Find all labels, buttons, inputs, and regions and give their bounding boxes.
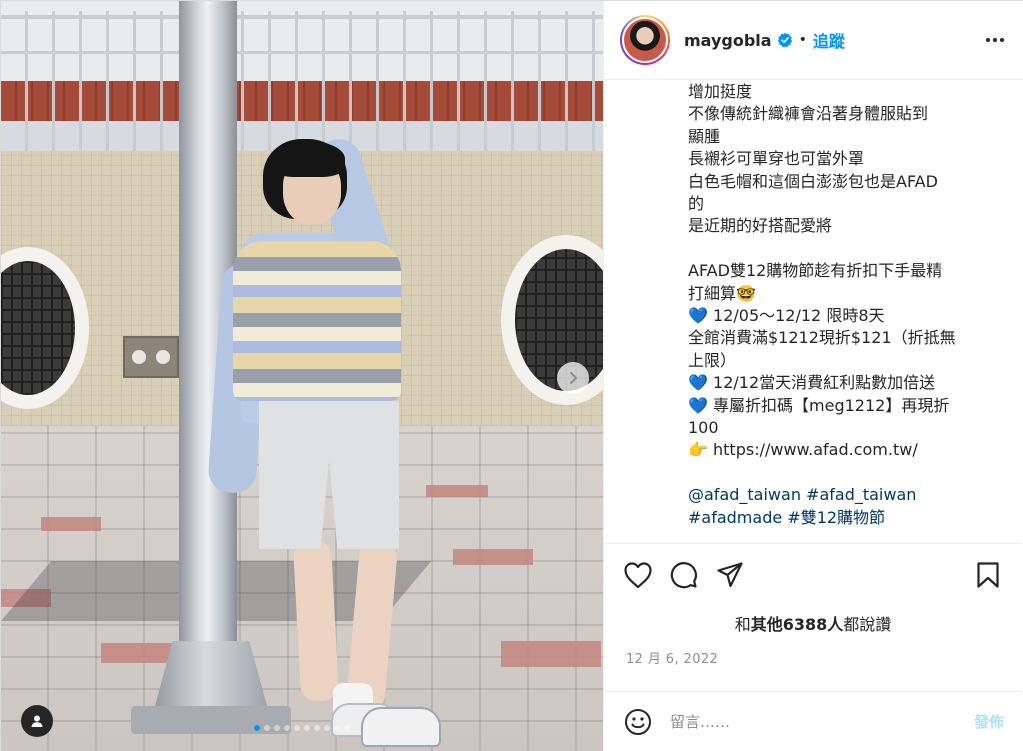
caption-line: 100 — [688, 418, 719, 438]
follow-button[interactable]: 追蹤 — [813, 28, 845, 52]
caption-line[interactable]: @afad_taiwan #afad_taiwan — [688, 484, 982, 506]
share-button[interactable] — [710, 555, 750, 595]
paper-plane-icon — [717, 561, 743, 587]
carousel-dot — [324, 725, 330, 731]
caption-line: 💙 專屬折扣碼【meg1212】再現折 — [688, 395, 950, 415]
caption-line: 增加挺度 — [688, 82, 753, 101]
photo-red-tile — [501, 641, 601, 667]
photo-red-tile — [41, 517, 101, 531]
carousel-dot — [274, 725, 280, 731]
comment-button[interactable] — [664, 555, 704, 595]
story-ring[interactable] — [620, 15, 670, 65]
post-date[interactable]: 12 月 6, 2022 — [626, 648, 718, 667]
header-separator: • — [798, 32, 807, 48]
caption-line: 不像傳統針織褲會沿著身體服貼到 — [688, 104, 929, 124]
heart-icon — [624, 561, 652, 588]
post-photo[interactable] — [1, 1, 603, 751]
photo-red-tile — [426, 485, 488, 497]
bookmark-icon — [977, 561, 999, 588]
caption-promo: AFAD雙12購物節趁有折扣下手最精 打細算🤓 💙 12/05～12/12 限時8天… — [688, 260, 982, 462]
likes-summary[interactable]: 和其他6388人都說讚 — [604, 611, 1022, 635]
caption-tags: @afad_taiwan #afad_taiwan #afadmade #雙12購… — [688, 484, 982, 529]
comment-bubble-icon — [670, 561, 697, 588]
caption-line: 💙 12/12當天消費紅利點數加倍送 — [688, 373, 936, 393]
comment-bar: 發佈 — [604, 691, 1022, 751]
post-header: maygobla • 追蹤 — [604, 1, 1023, 80]
caption-line: 白色毛帽和這個白澎澎包也是AFAD — [688, 171, 938, 191]
caption-line: 打細算🤓 — [688, 283, 756, 303]
like-button[interactable] — [618, 555, 658, 595]
post-username[interactable]: maygobla — [684, 31, 772, 50]
caption-line: 💙 12/05～12/12 限時8天 — [688, 306, 885, 326]
photo-person-knit-vest — [233, 241, 401, 401]
caption-line: 顯腫 — [688, 126, 721, 146]
likes-prefix: 和 — [734, 615, 751, 634]
carousel-dot — [254, 725, 260, 731]
carousel-next-button[interactable] — [557, 362, 589, 394]
caption-line: 👉 https://www.afad.com.tw/ — [688, 440, 918, 460]
carousel-dot — [294, 725, 300, 731]
carousel-dot — [344, 725, 350, 731]
caption-line: AFAD雙12購物節趁有折扣下手最精 — [688, 261, 943, 281]
carousel-dot — [264, 725, 270, 731]
post-caption: 增加挺度不像傳統針織褲會沿著身體服貼到 顯腫長襯衫可單穿也可當外罩 白色毛帽和這個白… — [604, 81, 1022, 541]
caption-line[interactable]: #afadmade #雙12購物節 — [688, 507, 982, 529]
photo-red-tile — [453, 549, 533, 565]
verified-badge-icon — [777, 32, 792, 48]
caption-line: 是近期的好搭配愛將 — [688, 216, 833, 236]
photo-person-bangs — [271, 141, 345, 177]
likes-count[interactable]: 其他6388人 — [751, 615, 844, 634]
post-actions — [604, 543, 1022, 605]
caption-line: 全館消費滿$1212現折$121（折抵無 — [688, 328, 956, 348]
save-button[interactable] — [968, 555, 1008, 595]
user-tags-button[interactable] — [21, 705, 53, 737]
caption-line: 上限） — [688, 350, 737, 370]
carousel-dot — [314, 725, 320, 731]
more-options-icon — [986, 38, 1004, 42]
carousel-dot — [334, 725, 340, 731]
carousel-indicator — [1, 725, 603, 731]
smiley-face-icon — [625, 708, 651, 735]
post-dialog: maygobla • 追蹤 增加挺度不像傳統針織褲會沿著身體服貼到 顯腫長襯衫可單… — [0, 0, 1023, 751]
chevron-right-icon — [570, 372, 577, 384]
carousel-dot — [284, 725, 290, 731]
emoji-button[interactable] — [622, 706, 654, 738]
photo-fence — [1, 11, 603, 156]
more-options-button[interactable] — [983, 28, 1007, 52]
caption-line: 長襯衫可單穿也可當外罩 — [688, 149, 865, 169]
carousel-dot — [304, 725, 310, 731]
comment-input[interactable] — [670, 712, 964, 731]
post-comment-button[interactable]: 發佈 — [974, 711, 1004, 732]
caption-line: 的 — [688, 194, 705, 214]
post-side-panel: maygobla • 追蹤 增加挺度不像傳統針織褲會沿著身體服貼到 顯腫長襯衫可單… — [603, 1, 1023, 751]
avatar[interactable] — [622, 17, 668, 63]
likes-suffix: 都說讚 — [843, 615, 892, 634]
caption-body: 增加挺度不像傳統針織褲會沿著身體服貼到 顯腫長襯衫可單穿也可當外罩 白色毛帽和這個白… — [688, 81, 982, 238]
photo-wall-outlet — [123, 336, 179, 378]
